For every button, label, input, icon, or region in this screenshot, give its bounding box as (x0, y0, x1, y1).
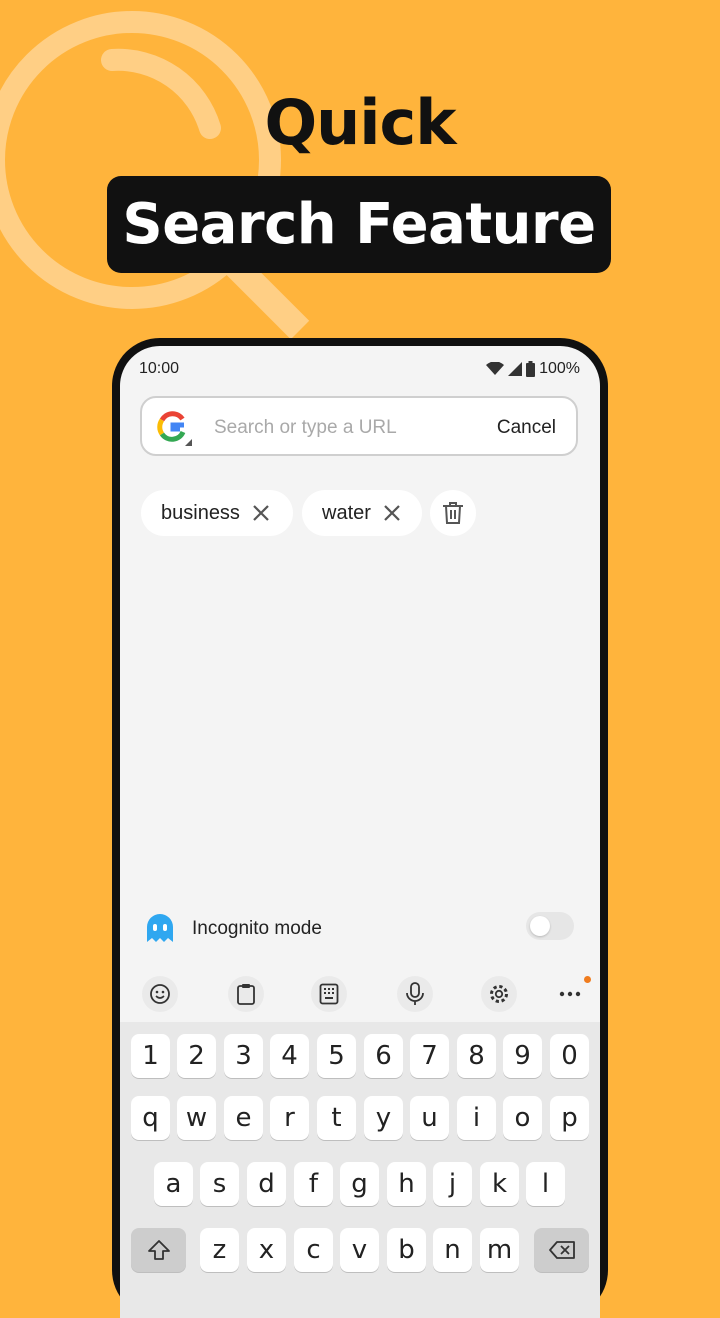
phone-frame: 10:00 100% Search or type a URL Cancel b… (112, 338, 608, 1318)
incognito-toggle[interactable] (526, 912, 574, 940)
key[interactable]: 0 (550, 1034, 589, 1078)
key[interactable]: v (340, 1228, 379, 1272)
emoji-icon (150, 984, 170, 1004)
status-icons: 100% (486, 360, 580, 378)
key[interactable]: 1 (131, 1034, 170, 1078)
key[interactable]: s (200, 1162, 239, 1206)
google-logo-icon[interactable] (154, 408, 192, 446)
key[interactable]: w (177, 1096, 216, 1140)
key[interactable]: k (480, 1162, 519, 1206)
recent-search-chip[interactable]: business (141, 490, 293, 536)
search-input[interactable]: Search or type a URL (214, 417, 397, 439)
headline-search-feature: Search Feature (122, 192, 596, 257)
headline-banner: Search Feature (107, 176, 611, 273)
backspace-key[interactable] (534, 1228, 589, 1272)
key[interactable]: t (317, 1096, 356, 1140)
key[interactable]: 6 (364, 1034, 403, 1078)
key[interactable]: m (480, 1228, 519, 1272)
wifi-icon (486, 362, 505, 375)
microphone-icon (406, 982, 424, 1005)
more-icon (559, 991, 581, 997)
key[interactable]: g (340, 1162, 379, 1206)
incognito-row: Incognito mode (120, 906, 600, 952)
chip-label: water (322, 501, 371, 524)
notification-dot (584, 976, 591, 983)
key[interactable]: e (224, 1096, 263, 1140)
key[interactable]: x (247, 1228, 286, 1272)
trash-icon (443, 502, 463, 524)
key[interactable]: c (294, 1228, 333, 1272)
close-icon[interactable] (383, 504, 401, 522)
key[interactable]: n (433, 1228, 472, 1272)
key[interactable]: j (433, 1162, 472, 1206)
key[interactable]: 5 (317, 1034, 356, 1078)
chip-label: business (161, 501, 240, 524)
key[interactable]: 8 (457, 1034, 496, 1078)
key[interactable]: l (526, 1162, 565, 1206)
clipboard-icon (237, 984, 255, 1005)
key[interactable]: q (131, 1096, 170, 1140)
incognito-label: Incognito mode (192, 918, 322, 939)
key[interactable]: 7 (410, 1034, 449, 1078)
key[interactable]: 4 (270, 1034, 309, 1078)
shift-icon (147, 1240, 170, 1260)
settings-icon (490, 985, 508, 1003)
keyboard-toolbar (120, 968, 600, 1020)
key[interactable]: u (410, 1096, 449, 1140)
keypad-button[interactable] (311, 976, 347, 1012)
clipboard-button[interactable] (228, 976, 264, 1012)
cancel-button[interactable]: Cancel (497, 417, 556, 439)
key[interactable]: p (550, 1096, 589, 1140)
signal-icon (508, 362, 523, 376)
key[interactable]: 9 (503, 1034, 542, 1078)
keypad-icon (319, 983, 339, 1005)
key[interactable]: h (387, 1162, 426, 1206)
backspace-icon (548, 1241, 575, 1259)
battery-percent: 100% (539, 360, 580, 377)
key[interactable]: z (200, 1228, 239, 1272)
key[interactable]: o (503, 1096, 542, 1140)
emoji-button[interactable] (142, 976, 178, 1012)
key[interactable]: a (154, 1162, 193, 1206)
key[interactable]: 2 (177, 1034, 216, 1078)
search-bar[interactable]: Search or type a URL Cancel (140, 396, 578, 456)
clear-history-button[interactable] (430, 490, 476, 536)
key[interactable]: r (270, 1096, 309, 1140)
key[interactable]: f (294, 1162, 333, 1206)
more-button[interactable] (552, 976, 588, 1012)
key[interactable]: y (364, 1096, 403, 1140)
key[interactable]: 3 (224, 1034, 263, 1078)
close-icon[interactable] (252, 504, 270, 522)
shift-key[interactable] (131, 1228, 186, 1272)
recent-search-chip[interactable]: water (302, 490, 422, 536)
key[interactable]: i (457, 1096, 496, 1140)
phone-screen: 10:00 100% Search or type a URL Cancel b… (120, 346, 600, 1318)
voice-input-button[interactable] (397, 976, 433, 1012)
status-bar: 10:00 100% (120, 346, 600, 392)
key[interactable]: b (387, 1228, 426, 1272)
status-time: 10:00 (139, 360, 180, 377)
ghost-icon (147, 914, 173, 942)
headline-quick: Quick (264, 86, 456, 159)
battery-icon (526, 361, 536, 377)
keyboard: 1 2 3 4 5 6 7 8 9 0 q w e r t y u i o p … (120, 1022, 600, 1318)
toggle-knob (530, 916, 550, 936)
keyboard-settings-button[interactable] (481, 976, 517, 1012)
key[interactable]: d (247, 1162, 286, 1206)
